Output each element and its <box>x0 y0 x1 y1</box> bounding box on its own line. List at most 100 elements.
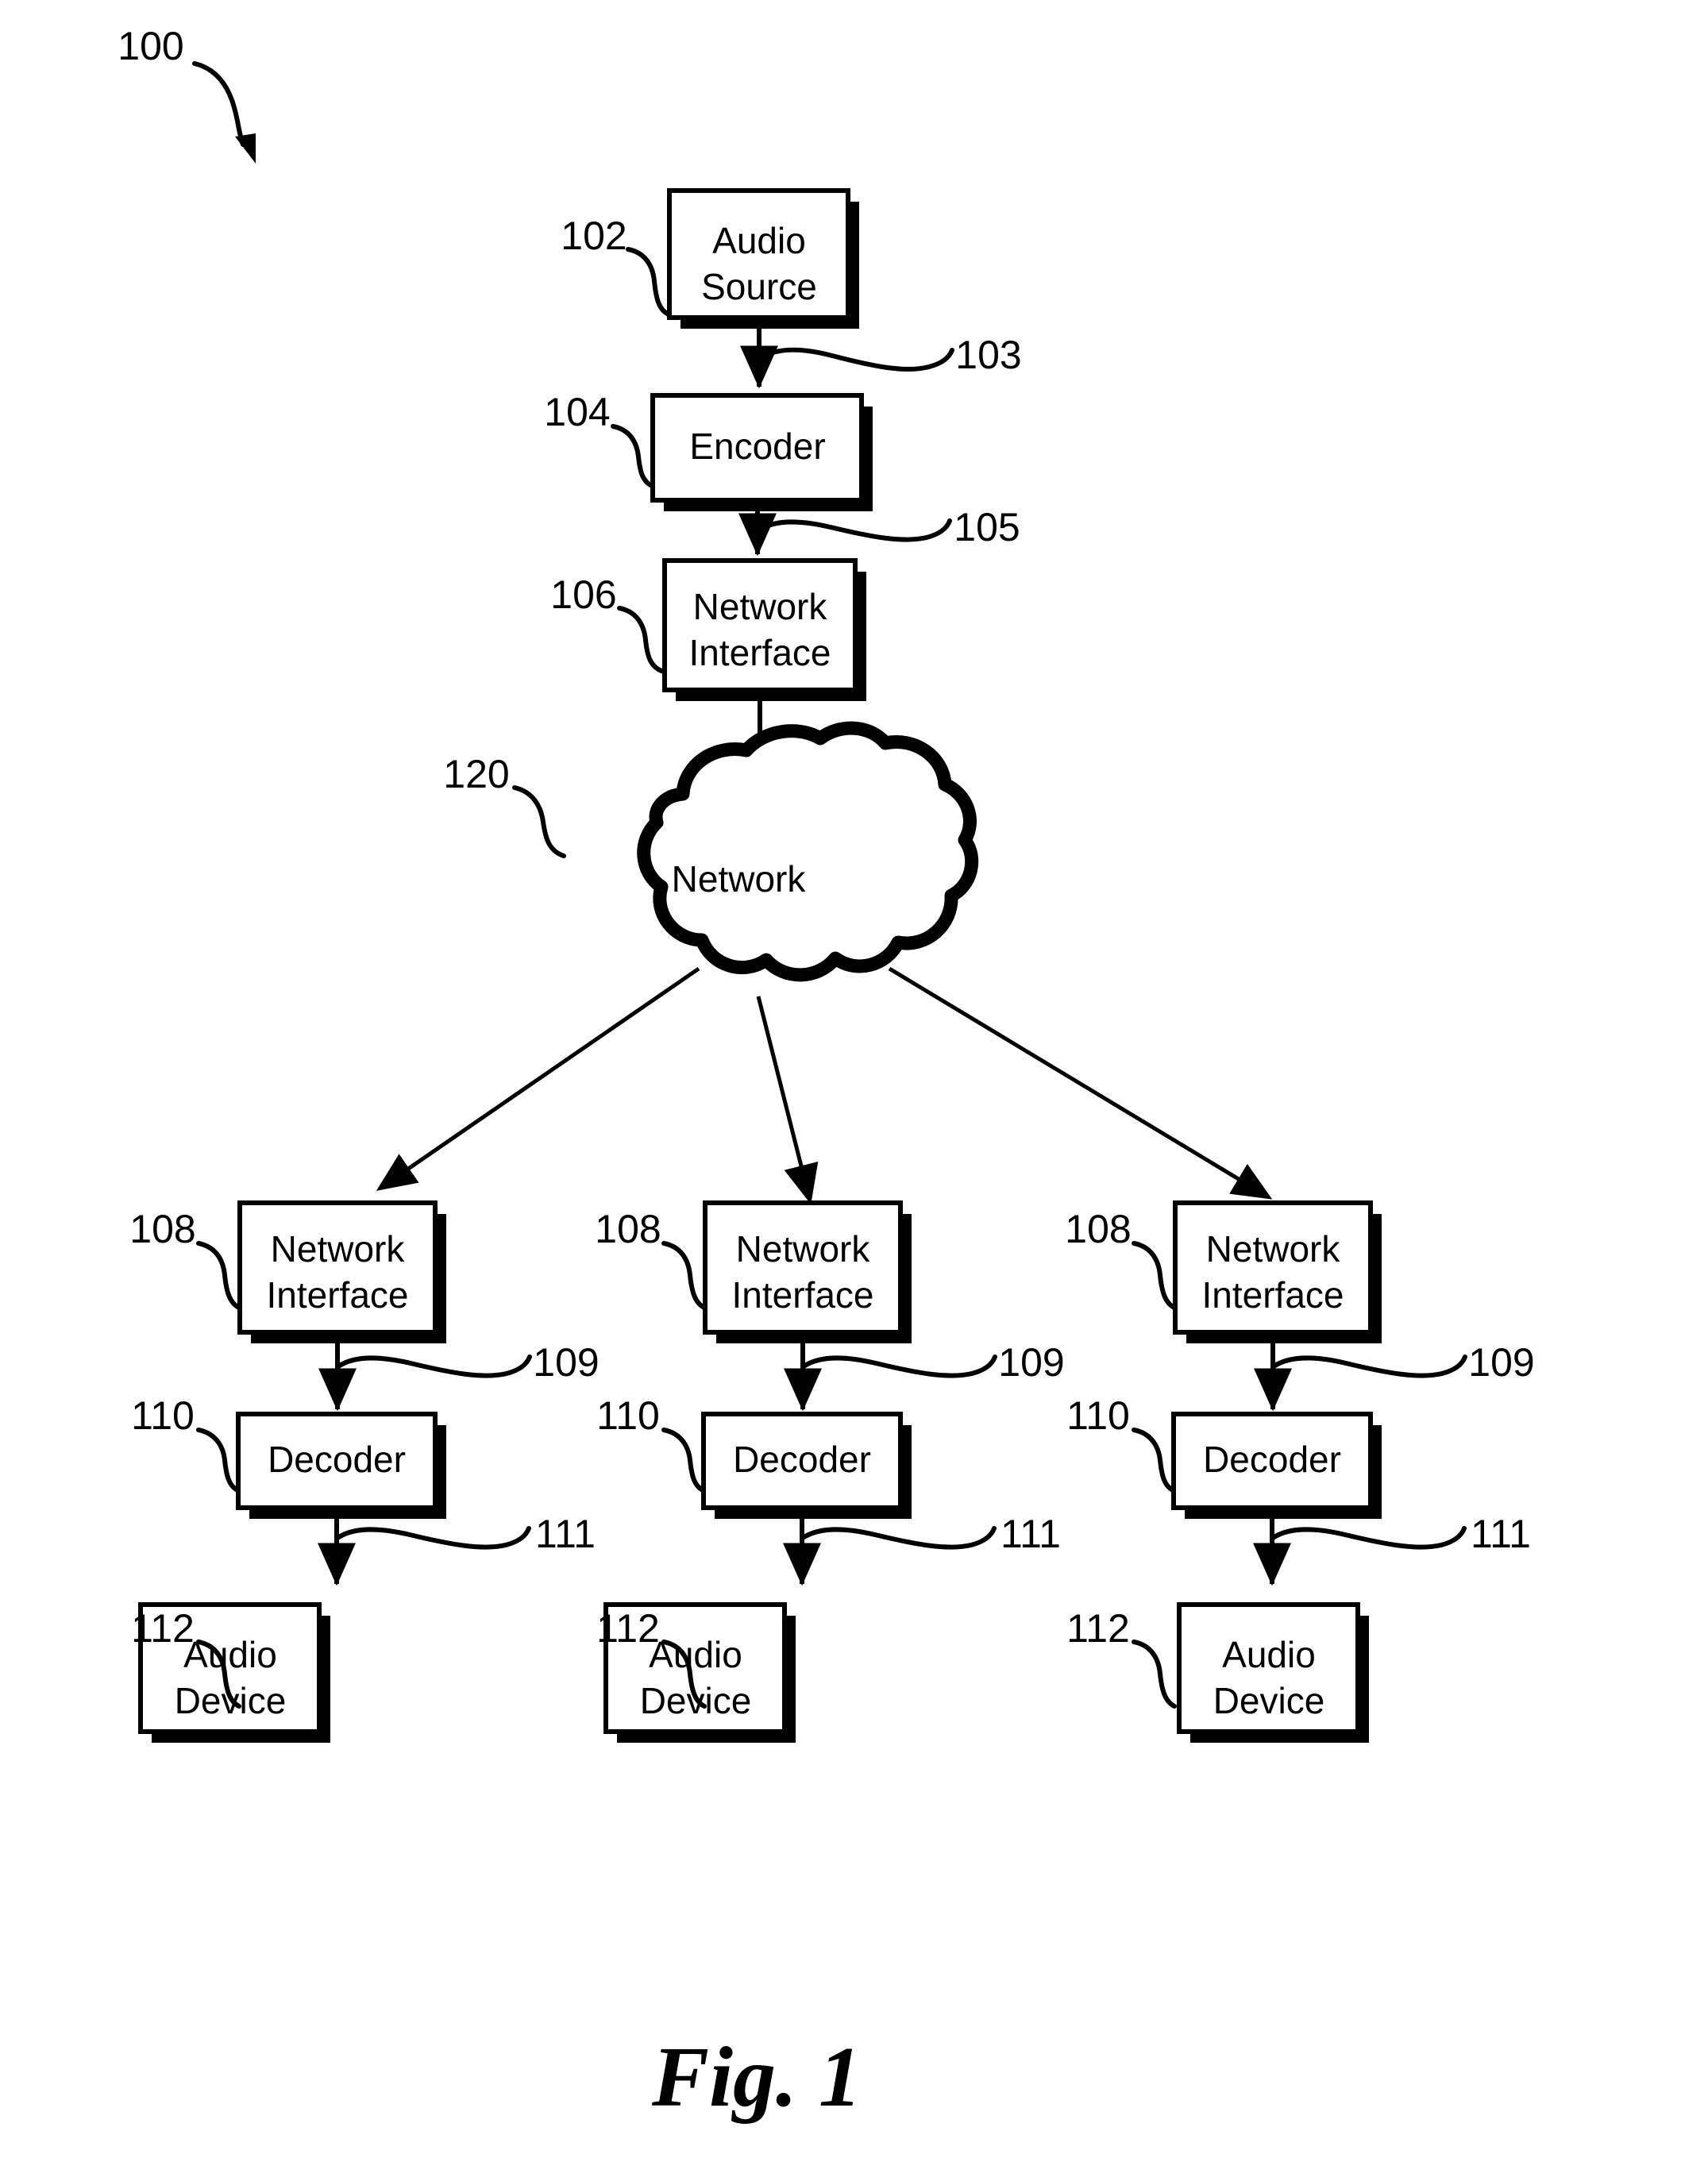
branch-3: Network Interface 108 109 Decoder 110 11… <box>1065 1200 1535 1743</box>
branch-1-ref-110: 110 <box>131 1393 195 1438</box>
branch-1-ref-111: 111 <box>535 1512 596 1556</box>
ref-106: 106 <box>550 572 616 617</box>
branch-2-ref-109: 109 <box>998 1340 1064 1385</box>
branch-2-ref-111: 111 <box>1001 1512 1061 1556</box>
ref-encoder-group: 104 <box>544 390 654 488</box>
branch-3-ref-audio-device-group: 112 <box>1066 1606 1177 1709</box>
branch-2-flow-decoder-to-device: 111 <box>783 1510 1061 1586</box>
flow-cloud-to-branch-1 <box>376 966 700 1191</box>
branch-3-audio-device-label-line2: Device <box>1213 1680 1325 1721</box>
figure-canvas: 100 Audio Source 102 103 Encoder 104 105… <box>118 24 1535 2125</box>
ref-105-leader <box>756 518 952 542</box>
node-encoder[interactable]: Encoder <box>650 393 873 511</box>
branch-1-decoder-label: Decoder <box>268 1439 406 1480</box>
branch-3-audio-device-label-line1: Audio <box>1222 1634 1316 1675</box>
branch-2-decoder-label: Decoder <box>733 1439 871 1480</box>
ref-104: 104 <box>544 390 610 434</box>
branch-2-ref-110: 110 <box>596 1393 660 1438</box>
patent-figure-page: 100 Audio Source 102 103 Encoder 104 105… <box>0 0 1708 2181</box>
branch-1-ref-108: 108 <box>129 1207 195 1251</box>
flow-cloud-to-branch-3 <box>888 966 1273 1200</box>
ref-105: 105 <box>954 505 1020 549</box>
branch-3-ref-110-leader <box>1132 1428 1175 1493</box>
branch-2-ref-109-leader <box>801 1354 997 1378</box>
branch-3-ref-network-interface-group: 108 <box>1065 1207 1177 1310</box>
branch-3-node-decoder[interactable]: Decoder <box>1171 1412 1382 1519</box>
node-source-network-interface[interactable]: Network Interface <box>662 558 866 701</box>
branch-2-node-decoder[interactable]: Decoder <box>701 1412 912 1519</box>
ref-103-leader <box>758 347 954 372</box>
branch-2-ref-112: 112 <box>596 1606 660 1651</box>
branch-1-ref-111-leader <box>335 1526 531 1550</box>
branch-3-network-interface-label-line2: Interface <box>1202 1274 1344 1316</box>
ref-102-leader <box>626 247 671 317</box>
branch-3-ref-112-leader <box>1132 1640 1177 1709</box>
branch-2-network-interface-label-line1: Network <box>736 1228 871 1270</box>
branch-1-flow-decoder-to-device: 111 <box>318 1510 596 1586</box>
branch-1-flow-interface-to-decoder: 109 <box>318 1335 600 1412</box>
branch-1-ref-110-leader <box>196 1428 240 1493</box>
branch-3-ref-109-leader <box>1271 1354 1467 1378</box>
branch-1-ref-108-leader <box>196 1241 241 1310</box>
branch-2-ref-decoder-group: 110 <box>596 1393 705 1493</box>
branch-3-ref-108-leader <box>1132 1241 1177 1310</box>
branch-3-network-interface-label-line1: Network <box>1206 1228 1341 1270</box>
branch-1-network-interface-label-line1: Network <box>271 1228 406 1270</box>
node-audio-source[interactable]: Audio Source <box>667 188 859 329</box>
branch-3-ref-109: 109 <box>1468 1340 1534 1385</box>
branch-2: Network Interface 108 109 Decoder 110 11… <box>595 1200 1065 1743</box>
branch-2-node-network-interface[interactable]: Network Interface <box>703 1200 912 1343</box>
flow-cloud-to-branch-2 <box>756 996 819 1204</box>
branch-1: Network Interface 108 109 Decoder 110 11… <box>129 1200 600 1743</box>
branch-2-flow-interface-to-decoder: 109 <box>784 1335 1065 1412</box>
ref-120-leader <box>512 785 566 858</box>
audio-source-label-line1: Audio <box>712 220 806 261</box>
branch-1-ref-109: 109 <box>533 1340 599 1385</box>
system-reference-leader <box>192 61 245 147</box>
branch-3-flow-interface-to-decoder: 109 <box>1254 1335 1535 1412</box>
ref-network-cloud-group: 120 <box>443 752 566 858</box>
audio-source-label-line2: Source <box>701 266 817 307</box>
branch-2-network-interface-label-line2: Interface <box>732 1274 874 1316</box>
branch-3-flow-decoder-to-device: 111 <box>1253 1510 1531 1586</box>
branch-2-ref-108: 108 <box>595 1207 661 1251</box>
node-network-cloud[interactable]: Network <box>637 721 979 982</box>
branch-3-node-network-interface[interactable]: Network Interface <box>1173 1200 1382 1343</box>
ref-102: 102 <box>561 214 627 258</box>
branch-3-decoder-label: Decoder <box>1203 1439 1341 1480</box>
ref-100: 100 <box>118 24 183 68</box>
branch-3-node-audio-device[interactable]: Audio Device <box>1177 1602 1369 1743</box>
system-reference-group: 100 <box>118 24 256 164</box>
encoder-label: Encoder <box>689 426 825 467</box>
branch-3-ref-decoder-group: 110 <box>1066 1393 1175 1493</box>
branch-1-network-interface-label-line2: Interface <box>267 1274 409 1316</box>
branch-1-ref-109-leader <box>336 1354 532 1378</box>
flow-source-to-encoder: 103 <box>740 320 1022 389</box>
branch-3-ref-111: 111 <box>1471 1512 1531 1556</box>
system-reference-arrowhead <box>235 133 256 164</box>
branch-1-ref-network-interface-group: 108 <box>129 1207 241 1310</box>
branch-1-node-network-interface[interactable]: Network Interface <box>237 1200 446 1343</box>
branch-3-ref-110: 110 <box>1066 1393 1130 1438</box>
branch-2-ref-108-leader <box>661 1241 707 1310</box>
source-network-interface-label-line1: Network <box>693 586 828 627</box>
source-network-interface-label-line2: Interface <box>689 632 831 673</box>
branch-3-ref-111-leader <box>1270 1526 1467 1550</box>
branch-1-node-decoder[interactable]: Decoder <box>236 1412 446 1519</box>
branch-1-ref-112: 112 <box>131 1606 195 1651</box>
branch-2-ref-network-interface-group: 108 <box>595 1207 707 1310</box>
branch-1-ref-decoder-group: 110 <box>131 1393 240 1493</box>
ref-106-leader <box>617 606 666 674</box>
ref-audio-source-group: 102 <box>561 214 671 317</box>
ref-104-leader <box>611 424 654 488</box>
ref-103: 103 <box>955 333 1021 377</box>
ref-120: 120 <box>443 752 509 796</box>
figure-caption: Fig. 1 <box>651 2030 862 2125</box>
branch-2-ref-111-leader <box>800 1526 997 1550</box>
branch-3-ref-112: 112 <box>1066 1606 1130 1651</box>
branch-2-ref-110-leader <box>661 1428 705 1493</box>
network-cloud-shape[interactable] <box>637 721 979 982</box>
branch-3-ref-108: 108 <box>1065 1207 1131 1251</box>
network-cloud-label: Network <box>672 858 807 900</box>
ref-source-network-interface-group: 106 <box>550 572 666 674</box>
